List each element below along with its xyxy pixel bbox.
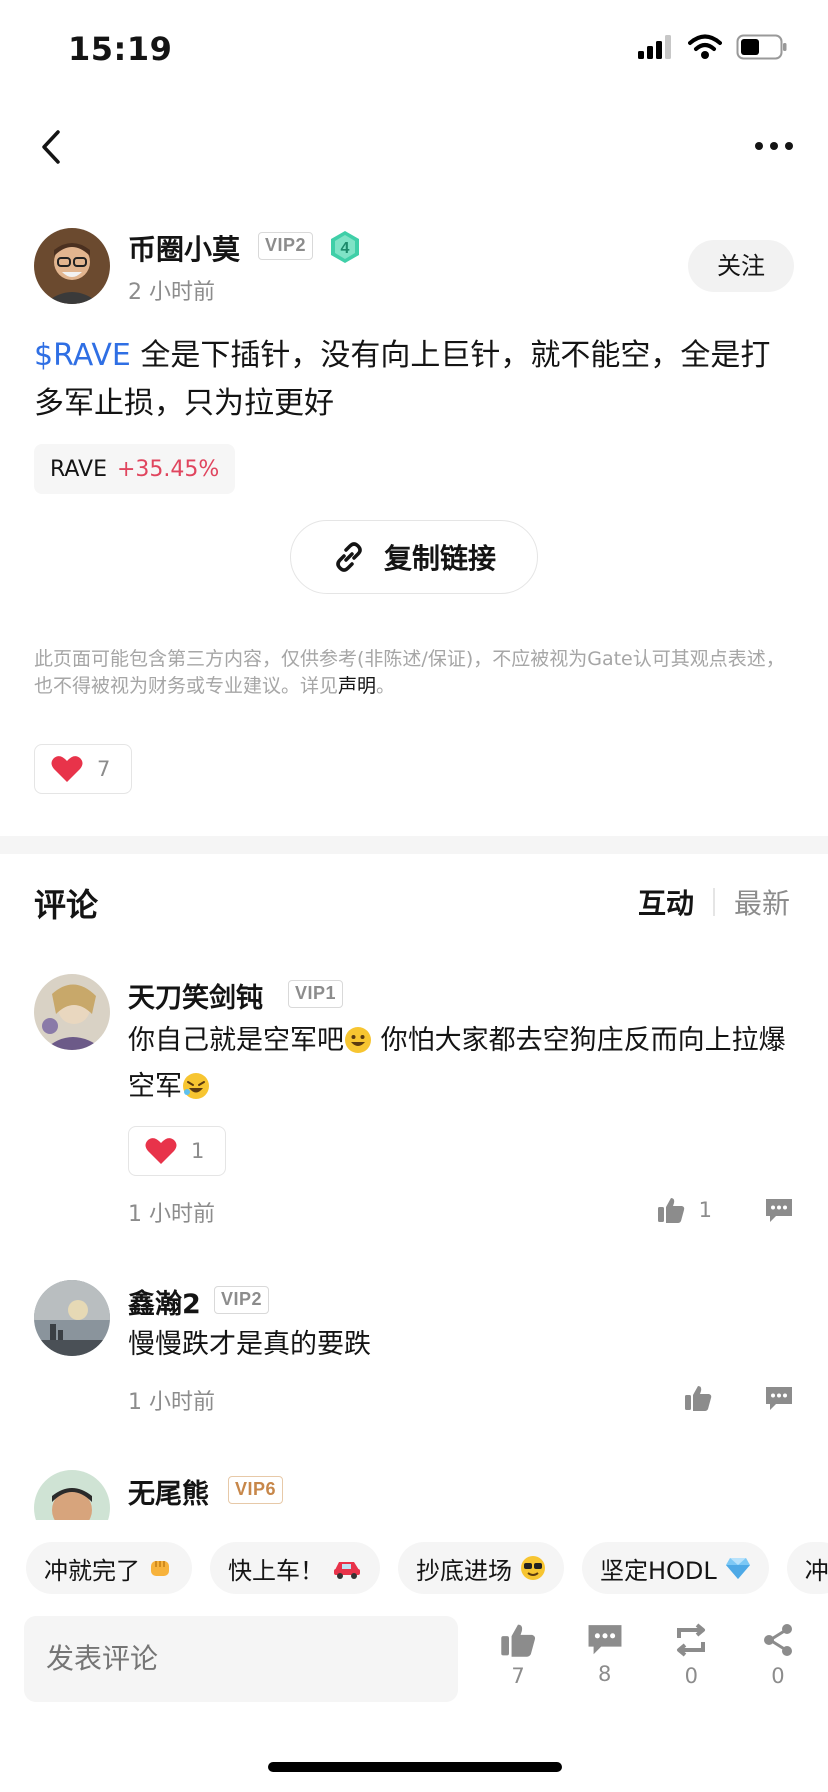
repost-action[interactable]: 0 [661, 1622, 721, 1688]
like-action-count: 7 [511, 1664, 525, 1688]
post-like-count: 7 [97, 757, 111, 781]
thumbs-up-icon [501, 1624, 536, 1657]
comment-vip-badge: VIP1 [288, 980, 344, 1008]
diamond-emoji-icon [725, 1558, 750, 1579]
battery-icon [736, 34, 787, 60]
comment-thumbs-count: 1 [698, 1198, 712, 1222]
back-arrow-icon[interactable] [36, 124, 66, 170]
quick-reply-label: 冲就完了 [44, 1556, 140, 1585]
smiley-emoji-icon [345, 1027, 371, 1053]
quick-reply-label: 坚定HODL [600, 1556, 717, 1585]
sort-separator [713, 888, 715, 916]
comment-text: 慢慢跌才是真的要跌 [128, 1329, 371, 1360]
thumbs-up-icon[interactable] [684, 1384, 712, 1412]
rofl-emoji-icon [183, 1073, 209, 1099]
home-indicator [268, 1762, 562, 1772]
section-divider [0, 836, 828, 854]
disclaimer: 此页面可能包含第三方内容，仅供参考(非陈述/保证)，不应被视为Gate认可其观点… [34, 646, 794, 700]
comments-title: 评论 [34, 886, 99, 924]
comment-text-part: 你自己就是空军吧 [128, 1025, 344, 1056]
comment-time: 1 小时前 [128, 1390, 215, 1415]
disclaimer-link[interactable]: 声明 [338, 675, 376, 697]
comment-avatar[interactable] [34, 974, 110, 1050]
quick-reply-label: 抄底进场 [416, 1556, 512, 1585]
bottom-actions: 7 8 0 0 [488, 1622, 808, 1688]
ticker-chip-name: RAVE [50, 456, 107, 482]
disclaimer-end: 。 [376, 675, 396, 697]
thumbs-up-icon[interactable] [657, 1196, 685, 1224]
comment-like-count: 1 [191, 1139, 205, 1163]
comment-text: 你自己就是空军吧 你怕大家都去空狗庄反而向上拉爆空军 [128, 1018, 798, 1110]
post-time: 2 小时前 [128, 280, 215, 305]
author-avatar[interactable] [34, 228, 110, 304]
comment-author-name[interactable]: 鑫瀚2 [128, 1282, 201, 1321]
post-body: 全是下插针，没有向上巨针，就不能空，全是打多军止损，只为拉更好 [34, 338, 771, 421]
quick-reply-label: 快上车！ [228, 1556, 324, 1585]
status-time: 15:19 [68, 30, 173, 68]
reply-icon[interactable] [764, 1197, 794, 1223]
level-badge: 4 [331, 231, 359, 263]
disclaimer-text: 此页面可能包含第三方内容，仅供参考(非陈述/保证)，不应被视为Gate认可其观点… [34, 648, 785, 697]
repost-action-count: 0 [684, 1664, 698, 1688]
share-action[interactable]: 0 [748, 1622, 808, 1688]
author-name[interactable]: 币圈小莫 [128, 228, 240, 268]
comment-author-name[interactable]: 无尾熊 [128, 1472, 209, 1511]
reply-icon[interactable] [764, 1385, 794, 1411]
car-emoji-icon [334, 1562, 360, 1579]
ticker-chip[interactable]: RAVE +35.45% [34, 444, 236, 494]
comment-avatar[interactable] [34, 1280, 110, 1356]
copy-link-label: 复制链接 [383, 542, 496, 575]
quick-reply-chip[interactable]: 冲 [786, 1542, 828, 1594]
comment-time: 1 小时前 [128, 1202, 215, 1227]
comment-actions: 1 [657, 1196, 794, 1224]
copy-link-button[interactable]: 复制链接 [290, 520, 538, 594]
follow-button[interactable]: 关注 [688, 240, 794, 292]
cool-emoji-icon [521, 1556, 545, 1580]
sort-latest-tab[interactable]: 最新 [734, 882, 790, 922]
repost-icon [677, 1623, 706, 1657]
quick-reply-chip[interactable]: 抄底进场 [398, 1542, 564, 1594]
comment-like-button[interactable]: 1 [128, 1126, 226, 1176]
ticker-link[interactable]: $RAVE [34, 338, 131, 373]
quick-reply-chip[interactable]: 快上车！ [210, 1542, 380, 1594]
comment-actions [684, 1384, 794, 1412]
post-text: $RAVE 全是下插针，没有向上巨针，就不能空，全是打多军止损，只为拉更好 [34, 332, 794, 428]
author-vip-badge: VIP2 [258, 232, 314, 260]
comment-partial: 无尾熊 VIP6 [0, 1460, 828, 1520]
share-action-count: 0 [771, 1664, 785, 1688]
ticker-chip-change: +35.45% [117, 456, 220, 482]
sort-interaction-tab[interactable]: 互动 [638, 882, 694, 922]
quick-reply-chip[interactable]: 冲就完了 [26, 1542, 192, 1594]
heart-icon [145, 1138, 177, 1164]
comment-author-name[interactable]: 天刀笑剑钝 [128, 976, 263, 1015]
more-options-icon[interactable] [752, 128, 796, 164]
comment-vip-badge: VIP6 [228, 1476, 284, 1504]
fist-emoji-icon [151, 1561, 169, 1576]
comment-vip-badge: VIP2 [214, 1286, 270, 1314]
wifi-icon [688, 34, 722, 59]
share-icon [763, 1624, 792, 1656]
quick-reply-label: 冲 [804, 1556, 828, 1585]
post-like-button[interactable]: 7 [34, 744, 132, 794]
quick-reply-chip[interactable]: 坚定HODL [582, 1542, 769, 1594]
comment-avatar[interactable] [34, 1470, 110, 1520]
status-icons [638, 34, 788, 60]
comment-action-count: 8 [597, 1662, 612, 1686]
like-action[interactable]: 7 [488, 1622, 548, 1688]
comment-input[interactable] [24, 1616, 458, 1702]
status-bar: 15:19 [0, 0, 828, 100]
comment-action[interactable]: 8 [575, 1622, 635, 1688]
heart-icon [51, 756, 83, 782]
cellular-signal-icon [638, 35, 671, 59]
link-icon [336, 542, 362, 572]
level-number: 4 [341, 240, 350, 257]
quick-reply-row: 冲就完了 快上车！ 抄底进场 坚定HODL 冲 [26, 1542, 828, 1594]
comment-icon [588, 1625, 622, 1655]
